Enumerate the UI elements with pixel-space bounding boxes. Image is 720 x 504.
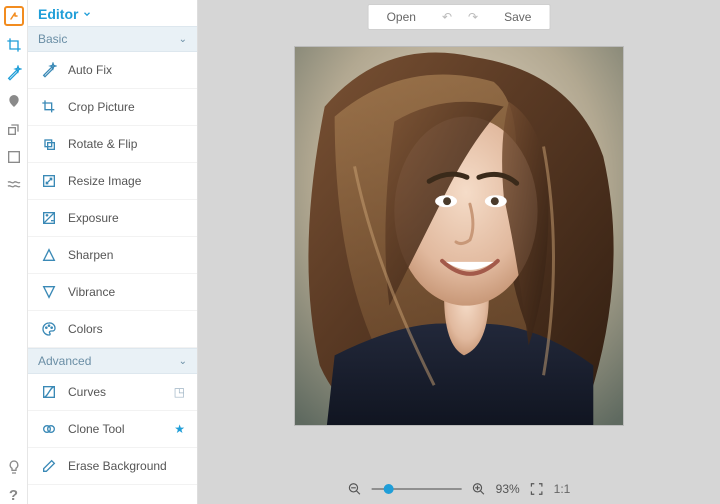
advanced-items: Curves◳ Clone Tool★ Erase Background — [28, 374, 197, 485]
item-curves[interactable]: Curves◳ — [28, 374, 197, 411]
panel-title[interactable]: Editor — [28, 0, 197, 26]
resize-icon — [40, 172, 58, 190]
item-vibrance[interactable]: Vibrance — [28, 274, 197, 311]
item-auto-fix[interactable]: Auto Fix — [28, 52, 197, 89]
texture-tool-icon[interactable] — [5, 176, 23, 194]
image-preview[interactable] — [294, 46, 624, 426]
item-resize[interactable]: Resize Image — [28, 163, 197, 200]
idea-icon[interactable] — [5, 458, 23, 476]
vibrance-icon — [40, 283, 58, 301]
basic-items: Auto Fix Crop Picture Rotate & Flip Resi… — [28, 52, 197, 348]
rotate-icon — [40, 135, 58, 153]
frame-tool-icon[interactable] — [5, 148, 23, 166]
zoom-slider[interactable] — [372, 483, 462, 495]
tool-rail: ? — [0, 0, 28, 504]
item-erase-bg[interactable]: Erase Background — [28, 448, 197, 485]
help-icon[interactable]: ? — [5, 486, 23, 504]
actual-size-button[interactable]: 1:1 — [554, 482, 571, 496]
item-crop[interactable]: Crop Picture — [28, 89, 197, 126]
curves-icon — [40, 383, 58, 401]
zoom-in-button[interactable] — [472, 482, 486, 496]
item-rotate[interactable]: Rotate & Flip — [28, 126, 197, 163]
chevron-down-icon — [82, 9, 92, 19]
star-icon: ★ — [174, 422, 185, 436]
canvas-area: Open ↶ ↷ Save — [198, 0, 720, 504]
clone-icon — [40, 420, 58, 438]
zoom-out-button[interactable] — [348, 482, 362, 496]
app-logo — [4, 6, 24, 26]
crop-icon — [40, 98, 58, 116]
retouch-tool-icon[interactable] — [5, 92, 23, 110]
wand-icon — [40, 61, 58, 79]
exposure-icon — [40, 209, 58, 227]
redo-icon: ↷ — [460, 10, 486, 24]
sharpen-icon — [40, 246, 58, 264]
undo-icon: ↶ — [434, 10, 460, 24]
zoom-toolbar: 93% 1:1 — [348, 482, 571, 496]
section-basic[interactable]: Basic⌄ — [28, 26, 197, 52]
crop-tool-icon[interactable] — [5, 36, 23, 54]
chevron-down-icon: ⌄ — [179, 34, 187, 45]
popout-icon: ◳ — [174, 385, 185, 399]
item-sharpen[interactable]: Sharpen — [28, 237, 197, 274]
fit-screen-button[interactable] — [530, 482, 544, 496]
eraser-icon — [40, 457, 58, 475]
zoom-value: 93% — [496, 482, 520, 496]
item-colors[interactable]: Colors — [28, 311, 197, 348]
item-clone-tool[interactable]: Clone Tool★ — [28, 411, 197, 448]
effects-tool-icon[interactable] — [5, 64, 23, 82]
top-toolbar: Open ↶ ↷ Save — [368, 4, 551, 30]
clone-tool-icon[interactable] — [5, 120, 23, 138]
save-button[interactable]: Save — [486, 10, 549, 24]
palette-icon — [40, 320, 58, 338]
section-advanced[interactable]: Advanced⌄ — [28, 348, 197, 374]
open-button[interactable]: Open — [369, 10, 434, 24]
item-exposure[interactable]: Exposure — [28, 200, 197, 237]
side-panel: Editor Basic⌄ Auto Fix Crop Picture Rota… — [28, 0, 198, 504]
chevron-down-icon: ⌄ — [179, 356, 187, 367]
